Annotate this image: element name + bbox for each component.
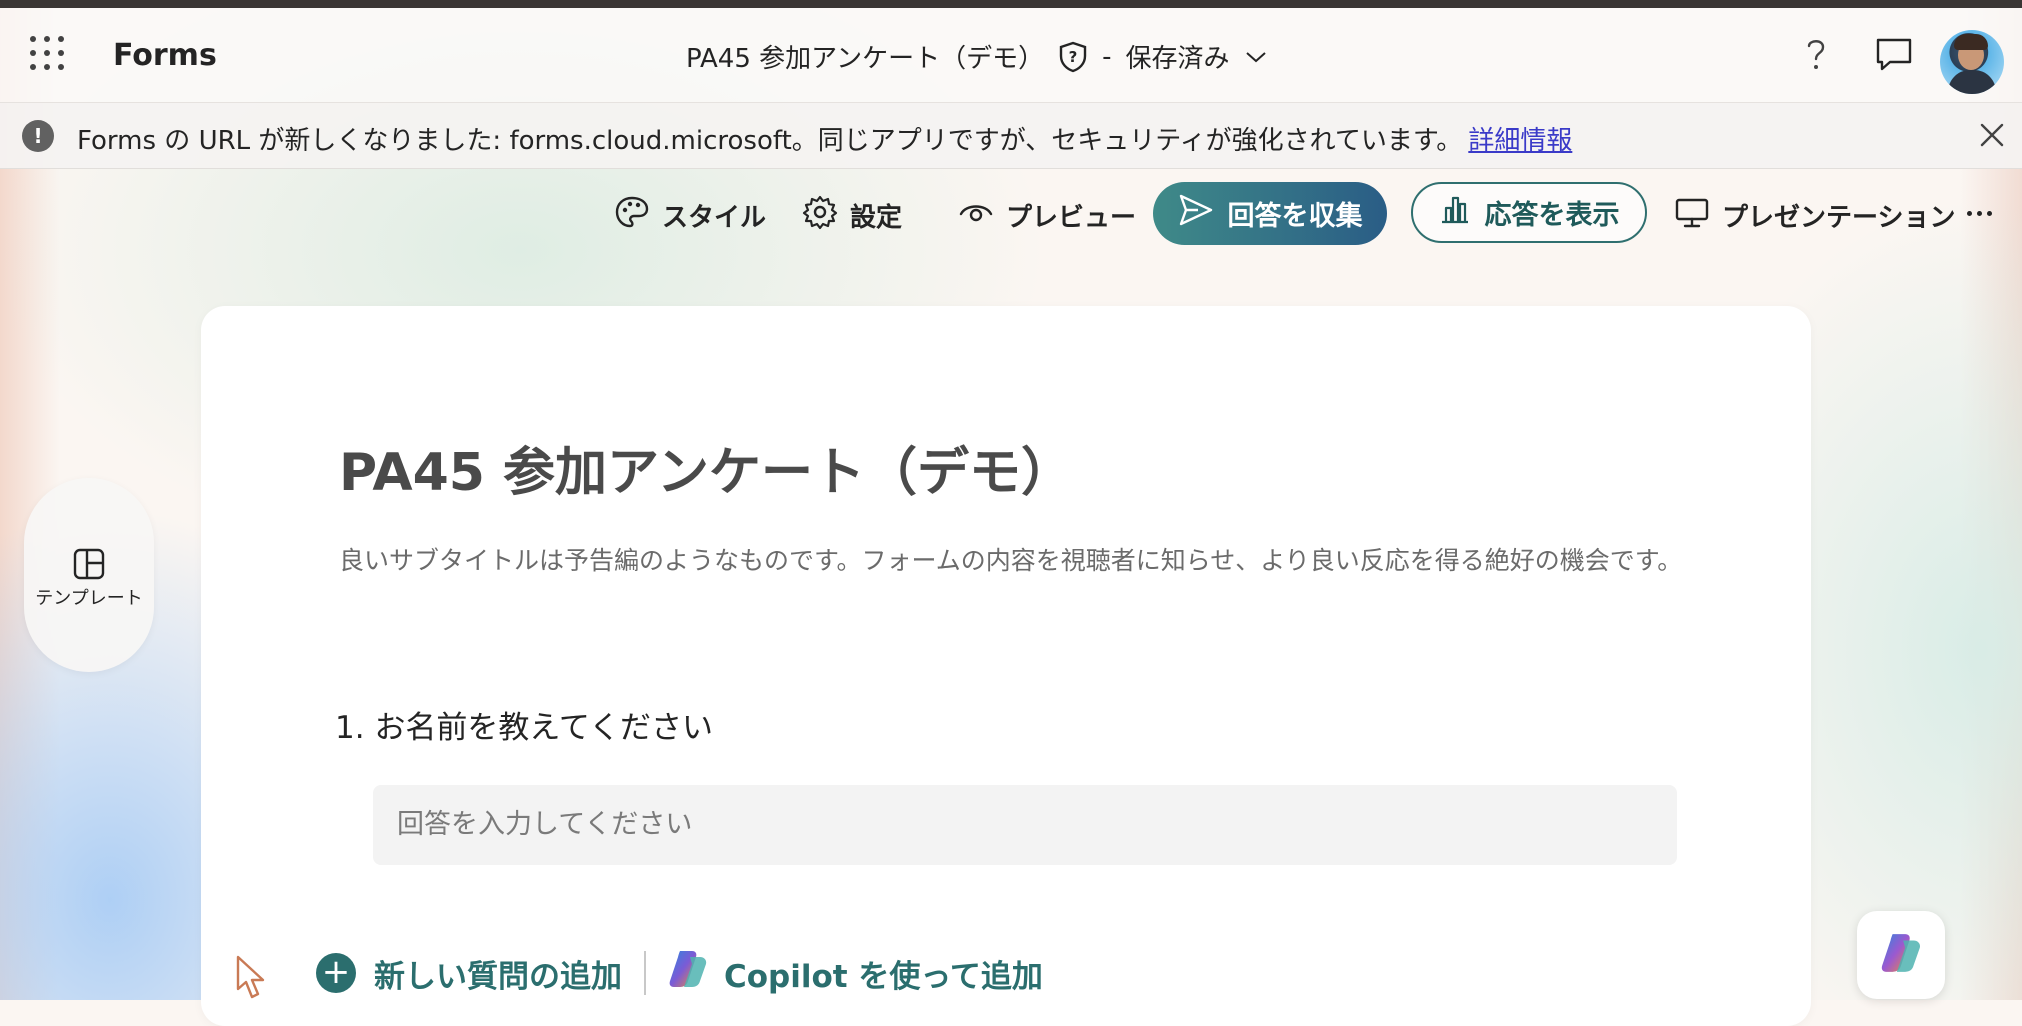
question-title[interactable]: 1. お名前を教えてください (335, 702, 713, 747)
settings-label: 設定 (850, 202, 903, 233)
style-button[interactable]: スタイル (614, 193, 766, 237)
view-responses-label: 応答を表示 (1484, 200, 1620, 231)
answer-input[interactable] (373, 785, 1677, 865)
settings-button[interactable]: 設定 (802, 193, 902, 237)
close-icon[interactable] (1974, 117, 2010, 153)
save-status: 保存済み (1125, 44, 1230, 74)
send-icon (1178, 192, 1214, 235)
window-top-edge (0, 0, 2022, 8)
app-launcher-icon[interactable] (30, 36, 66, 72)
question-number: 1. (335, 710, 365, 746)
preview-button[interactable]: プレビュー (958, 193, 1136, 237)
add-question-label: 新しい質問の追加 (374, 958, 622, 995)
plus-icon: + (316, 953, 356, 993)
form-title[interactable]: PA45 参加アンケート（デモ） (339, 430, 1073, 505)
question-text: お名前を教えてください (374, 710, 713, 746)
copilot-icon (666, 947, 710, 999)
palette-icon (614, 194, 650, 237)
notice-message: Forms の URL が新しくなりました: forms.cloud.micro… (77, 120, 1572, 157)
document-title[interactable]: PA45 参加アンケート（デモ） (686, 38, 1044, 75)
bar-chart-icon (1439, 193, 1471, 232)
help-icon[interactable] (1796, 34, 1836, 74)
mouse-cursor-icon (236, 955, 276, 1004)
collect-responses-button[interactable]: 回答を収集 (1153, 182, 1387, 245)
app-name[interactable]: Forms (113, 38, 217, 73)
add-with-copilot-button[interactable]: Copilot を使って追加 (666, 947, 1043, 999)
copilot-icon (1878, 930, 1924, 980)
document-title-area[interactable]: PA45 参加アンケート（デモ） ? - 保存済み (686, 38, 1268, 75)
app-header: Forms PA45 参加アンケート（デモ） ? - 保存済み (0, 8, 2022, 103)
presentation-icon (1674, 194, 1710, 237)
copilot-floating-button[interactable] (1857, 911, 1945, 999)
presentation-button[interactable]: プレゼンテーション (1674, 193, 1955, 237)
style-label: スタイル (662, 202, 767, 233)
learn-more-link[interactable]: 詳細情報 (1468, 126, 1572, 156)
template-label: テンプレート (35, 588, 143, 609)
chevron-down-icon[interactable] (1244, 49, 1268, 65)
add-question-row: + 新しい質問の追加 Copilot を使って追加 (316, 948, 1043, 998)
view-responses-button[interactable]: 応答を表示 (1411, 182, 1647, 243)
sensitivity-shield-icon[interactable]: ? (1058, 41, 1088, 73)
svg-text:?: ? (1069, 48, 1078, 66)
form-subtitle[interactable]: 良いサブタイトルは予告編のようなものです。フォームの内容を視聴者に知らせ、より良… (339, 541, 1682, 577)
presentation-label: プレゼンテーション (1722, 202, 1956, 233)
gear-icon (802, 194, 838, 237)
info-icon: ! (22, 120, 54, 152)
add-new-question-button[interactable]: + 新しい質問の追加 (316, 951, 622, 996)
collect-label: 回答を収集 (1227, 201, 1363, 232)
preview-label: プレビュー (1006, 202, 1137, 233)
feedback-icon[interactable] (1874, 34, 1914, 74)
eye-icon (958, 194, 994, 237)
layout-template-icon (73, 548, 105, 584)
divider (644, 951, 646, 995)
more-options-icon[interactable] (1962, 196, 1996, 230)
title-separator: - (1102, 41, 1112, 72)
template-panel-button[interactable]: テンプレート (24, 478, 154, 672)
add-with-copilot-label: Copilot を使って追加 (724, 958, 1043, 995)
notice-text: Forms の URL が新しくなりました: forms.cloud.micro… (77, 126, 1463, 156)
form-card (201, 306, 1811, 1026)
user-avatar[interactable] (1940, 30, 2004, 94)
url-change-notice-bar: ! Forms の URL が新しくなりました: forms.cloud.mic… (0, 103, 2022, 169)
